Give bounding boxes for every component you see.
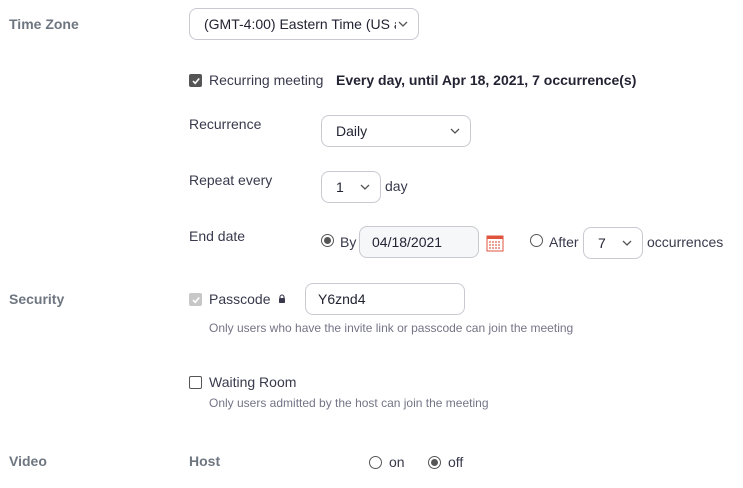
chevron-down-icon: [450, 128, 460, 134]
recurring-meeting-label[interactable]: Recurring meeting: [209, 72, 323, 88]
end-date-input[interactable]: 04/18/2021: [359, 226, 479, 258]
chevron-down-icon: [398, 21, 408, 27]
recurrence-summary: Every day, until Apr 18, 2021, 7 occurre…: [336, 72, 637, 88]
end-after-label[interactable]: After: [549, 234, 579, 250]
host-video-off-radio[interactable]: [428, 456, 441, 469]
waiting-room-checkbox[interactable]: [189, 376, 202, 389]
end-after-radio[interactable]: [530, 234, 543, 247]
passcode-hint: Only users who have the invite link or p…: [209, 321, 574, 335]
radio-selected-dot: [324, 237, 331, 244]
check-icon: [191, 77, 200, 85]
occurrences-select[interactable]: 7: [583, 227, 643, 259]
end-by-label[interactable]: By: [340, 234, 356, 250]
recurrence-label: Recurrence: [189, 116, 262, 132]
lock-icon: [279, 294, 285, 303]
recurrence-select[interactable]: Daily: [321, 115, 471, 147]
chevron-down-icon: [622, 240, 632, 246]
passcode-label: Passcode: [209, 291, 271, 307]
time-zone-select[interactable]: (GMT-4:00) Eastern Time (US a: [189, 8, 419, 40]
occurrences-label: occurrences: [647, 234, 724, 250]
repeat-every-value: 1: [336, 179, 344, 195]
chevron-down-icon: [360, 184, 370, 190]
video-section-label: Video: [9, 453, 47, 469]
security-section-label: Security: [9, 291, 65, 307]
passcode-input[interactable]: Y6znd4: [305, 283, 465, 315]
check-icon: [191, 296, 200, 304]
waiting-room-hint: Only users admitted by the host can join…: [209, 396, 489, 410]
host-video-on-radio[interactable]: [369, 456, 382, 469]
radio-selected-dot: [431, 459, 438, 466]
time-zone-section-label: Time Zone: [9, 16, 79, 32]
recurrence-value: Daily: [336, 123, 368, 139]
repeat-every-label: Repeat every: [189, 172, 273, 188]
recurring-meeting-checkbox[interactable]: [189, 74, 202, 87]
host-video-on-label[interactable]: on: [389, 454, 405, 470]
repeat-unit-label: day: [385, 178, 408, 194]
end-by-radio[interactable]: [321, 234, 334, 247]
passcode-checkbox[interactable]: [189, 293, 202, 306]
host-video-off-label[interactable]: off: [448, 454, 463, 470]
waiting-room-label[interactable]: Waiting Room: [209, 374, 296, 390]
calendar-icon[interactable]: [486, 234, 504, 252]
time-zone-value: (GMT-4:00) Eastern Time (US a: [204, 16, 396, 32]
repeat-every-select[interactable]: 1: [321, 171, 381, 203]
occurrences-value: 7: [598, 235, 606, 251]
end-date-label: End date: [189, 228, 246, 244]
host-video-label: Host: [189, 453, 221, 469]
